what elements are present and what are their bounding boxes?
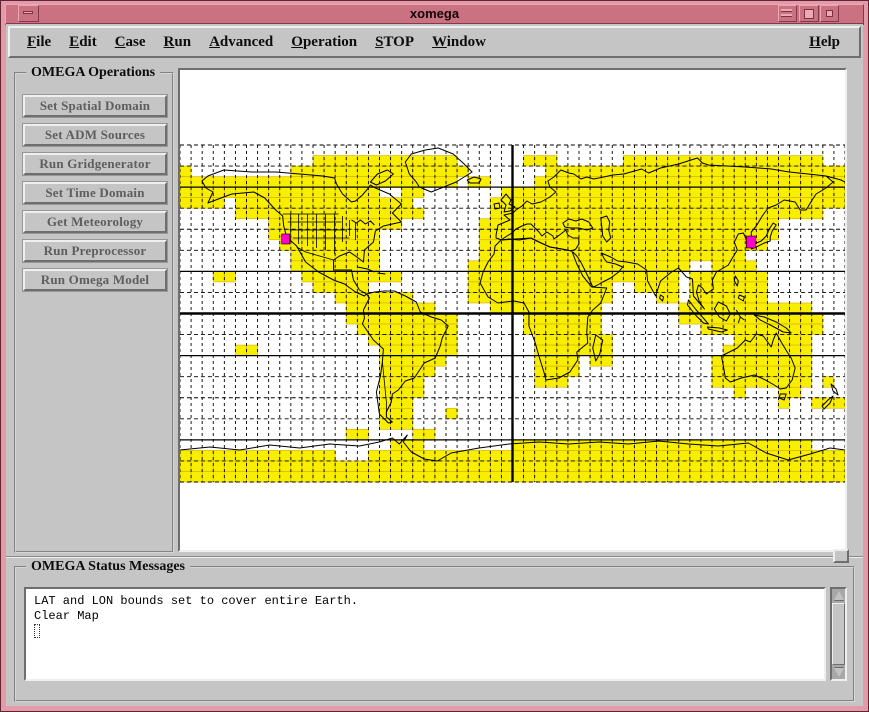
text-cursor (34, 624, 40, 638)
menu-window[interactable]: Window (429, 32, 489, 53)
menu-file[interactable]: File (24, 32, 54, 53)
menu-help[interactable]: Help (806, 32, 843, 53)
status-scrollbar[interactable] (830, 587, 847, 681)
titlebar: xomega (5, 4, 864, 25)
status-line: LAT and LON bounds set to cover entire E… (34, 594, 824, 609)
scrollbar-thumb[interactable] (832, 603, 845, 665)
status-panel-title: OMEGA Status Messages (26, 559, 190, 575)
menu-case[interactable]: Case (112, 32, 149, 53)
source-korea (746, 236, 755, 248)
status-line: Clear Map (34, 609, 824, 624)
run-preprocessor-button[interactable]: Run Preprocessor (23, 240, 167, 262)
stripe-icon (781, 14, 792, 17)
stripe-icon (781, 9, 792, 12)
set-adm-sources-button[interactable]: Set ADM Sources (23, 124, 167, 146)
set-spatial-domain-button[interactable]: Set Spatial Domain (23, 95, 167, 117)
maximize-icon (804, 9, 814, 19)
scroll-up-icon[interactable] (834, 591, 844, 600)
run-omega-model-button[interactable]: Run Omega Model (23, 269, 167, 291)
menu-run[interactable]: Run (161, 32, 195, 53)
status-text-area[interactable]: LAT and LON bounds set to cover entire E… (24, 587, 826, 681)
world-map-area[interactable] (178, 68, 847, 552)
run-gridgenerator-button[interactable]: Run Gridgenerator (23, 153, 167, 175)
set-time-domain-button[interactable]: Set Time Domain (23, 182, 167, 204)
xomega-window: xomega File Edit Case Run Advanced Opera… (0, 0, 869, 712)
source-california (282, 234, 290, 244)
menu-edit[interactable]: Edit (66, 32, 100, 53)
minimize-button[interactable] (820, 5, 839, 22)
menu-operation[interactable]: Operation (288, 32, 360, 53)
world-map[interactable] (180, 70, 845, 550)
menu-stop[interactable]: STOP (372, 32, 417, 53)
titlebar-stripes-button[interactable] (778, 5, 797, 22)
pane-sash[interactable] (833, 549, 849, 563)
menu-bar: File Edit Case Run Advanced Operation ST… (8, 26, 861, 58)
pane-separator (6, 556, 863, 558)
menu-advanced[interactable]: Advanced (206, 32, 276, 53)
omega-operations-panel: OMEGA Operations Set Spatial Domain Set … (14, 72, 174, 553)
scroll-down-icon[interactable] (834, 668, 844, 677)
get-meteorology-button[interactable]: Get Meteorology (23, 211, 167, 233)
operations-panel-title: OMEGA Operations (26, 65, 160, 81)
maximize-button[interactable] (799, 5, 819, 22)
window-title: xomega (6, 6, 863, 21)
minimize-icon (826, 10, 833, 17)
